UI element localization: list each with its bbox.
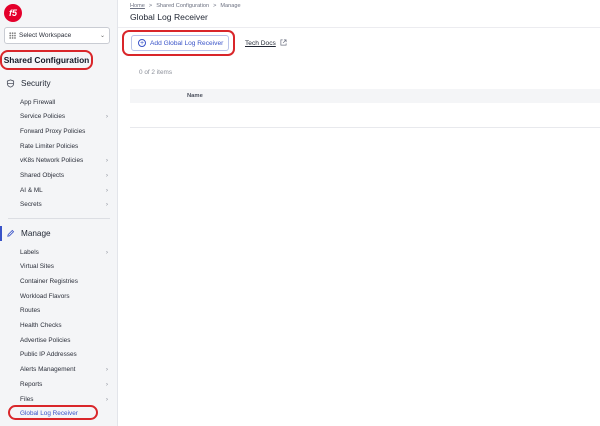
sidebar-item-label: Container Registries (20, 277, 78, 285)
chevron-right-icon: › (105, 172, 108, 179)
breadcrumb-separator: > (213, 3, 217, 9)
sidebar-item-health-checks[interactable]: Health Checks (20, 321, 112, 331)
section-title: Shared Configuration (0, 50, 93, 70)
sidebar-item-label: Workload Flavors (20, 292, 70, 300)
sidebar-item-container-registries[interactable]: Container Registries (20, 276, 112, 286)
tech-docs-label: Tech Docs (245, 40, 276, 47)
sidebar-item-label: Virtual Sites (20, 263, 54, 271)
sidebar-item-label: Reports (20, 380, 43, 388)
chevron-down-icon: ⌄ (99, 33, 105, 39)
sidebar-item-public-ip-addresses[interactable]: Public IP Addresses (20, 350, 112, 360)
sidebar-item-forward-proxy-policies[interactable]: Forward Proxy Policies (20, 126, 112, 136)
chevron-right-icon: › (105, 366, 108, 374)
sidebar-item-files[interactable]: Files › (20, 394, 112, 404)
security-section-header[interactable]: Security (6, 79, 51, 88)
sidebar-item-workload-flavors[interactable]: Workload Flavors (20, 291, 112, 301)
sidebar-item-label: vK8s Network Policies (20, 157, 84, 165)
sidebar-item-label: Health Checks (20, 322, 62, 329)
sidebar-item-ai-ml[interactable]: AI & ML › (20, 185, 112, 195)
sidebar-item-label: Public IP Addresses (20, 351, 77, 359)
sidebar-item-label: AI & ML (20, 186, 43, 194)
plus-circle-icon: + (138, 39, 146, 47)
shield-icon (6, 79, 15, 88)
sidebar-item-service-policies[interactable]: Service Policies › (20, 112, 112, 122)
external-link-icon (280, 39, 287, 48)
sidebar-item-label: Rate Limiter Policies (20, 142, 79, 150)
f5-logo[interactable]: f5 (4, 4, 22, 22)
breadcrumb-home[interactable]: Home (130, 3, 145, 9)
sidebar-item-label: Files (20, 395, 34, 403)
sidebar-item-label: App Firewall (20, 98, 56, 106)
sidebar-item-label: Routes (20, 307, 41, 315)
sidebar-item-label: Service Policies (20, 113, 66, 121)
item-count: 0 of 2 items (139, 69, 173, 76)
security-section-label: Security (21, 79, 51, 88)
header-divider (118, 27, 600, 28)
chevron-right-icon: › (105, 113, 108, 121)
add-global-log-receiver-button[interactable]: + Add Global Log Receiver (131, 35, 229, 51)
breadcrumb: Home > Shared Configuration > Manage (130, 3, 241, 9)
sidebar-item-alerts-management[interactable]: Alerts Management › (20, 365, 112, 375)
active-section-indicator (0, 226, 2, 241)
chevron-right-icon: › (105, 380, 108, 388)
chevron-right-icon: › (105, 186, 108, 194)
sidebar-item-virtual-sites[interactable]: Virtual Sites (20, 262, 112, 272)
sidebar-item-label: Secrets (20, 201, 42, 209)
manage-section-label: Manage (21, 229, 51, 238)
sidebar-item-label: Shared Objects (20, 172, 65, 179)
chevron-right-icon: › (105, 201, 108, 209)
manage-section-header[interactable]: Manage (6, 229, 51, 238)
sidebar-item-labels[interactable]: Labels › (20, 247, 112, 257)
sidebar-divider (8, 218, 110, 219)
sidebar-item-secrets[interactable]: Secrets › (20, 200, 112, 210)
chevron-right-icon: › (105, 248, 108, 256)
sidebar: f5 Select Workspace ⌄ Shared Configurati… (0, 0, 118, 426)
chevron-right-icon: › (105, 157, 108, 165)
sidebar-item-shared-objects[interactable]: Shared Objects › (20, 171, 112, 181)
table-header: Name (130, 89, 600, 103)
tech-docs-link[interactable]: Tech Docs (245, 39, 287, 48)
sidebar-item-rate-limiter-policies[interactable]: Rate Limiter Policies (20, 141, 112, 151)
workspace-selector[interactable]: Select Workspace ⌄ (4, 27, 110, 44)
grid-icon (9, 32, 16, 39)
sidebar-item-label: Labels (20, 248, 39, 256)
sidebar-item-routes[interactable]: Routes (20, 306, 112, 316)
pencil-icon (6, 229, 15, 238)
sidebar-item-app-firewall[interactable]: App Firewall (20, 97, 112, 107)
breadcrumb-manage[interactable]: Manage (220, 3, 240, 9)
sidebar-item-reports[interactable]: Reports › (20, 379, 112, 389)
chevron-right-icon: › (105, 395, 108, 403)
breadcrumb-shared[interactable]: Shared Configuration (156, 3, 209, 9)
sidebar-item-vk8s-network-policies[interactable]: vK8s Network Policies › (20, 156, 112, 166)
table-row (130, 103, 600, 128)
add-button-label: Add Global Log Receiver (150, 39, 224, 47)
page-title: Global Log Receiver (130, 12, 208, 22)
column-header-name[interactable]: Name (187, 93, 203, 99)
sidebar-item-advertise-policies[interactable]: Advertise Policies (20, 335, 112, 345)
sidebar-item-label: Advertise Policies (20, 336, 71, 344)
workspace-label: Select Workspace (19, 32, 72, 39)
sidebar-item-label: Alerts Management (20, 366, 76, 374)
sidebar-item-label: Forward Proxy Policies (20, 127, 86, 135)
active-item-highlight (8, 405, 98, 420)
breadcrumb-separator: > (148, 3, 153, 9)
